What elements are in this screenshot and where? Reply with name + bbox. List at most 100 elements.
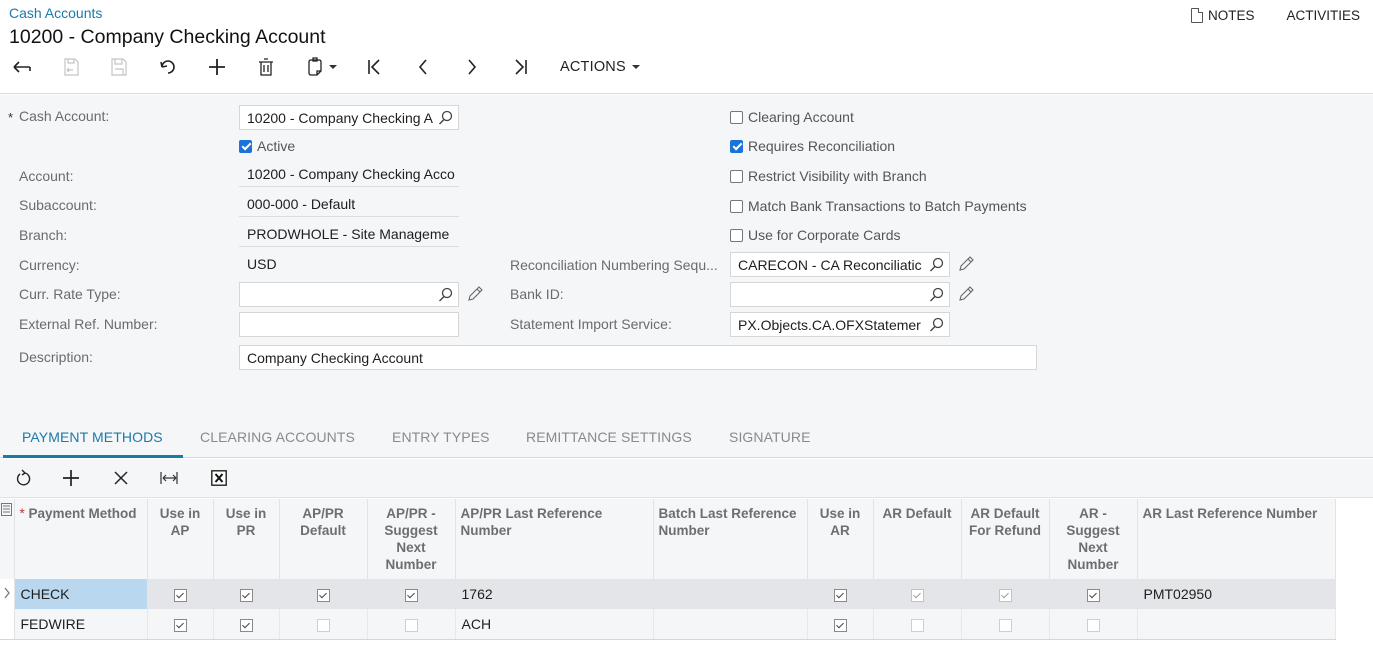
cell-use-in-ap[interactable] bbox=[147, 579, 214, 609]
cell-appr-default[interactable] bbox=[279, 609, 368, 640]
search-icon[interactable] bbox=[438, 110, 453, 125]
recon-numbering-field[interactable]: CARECON - CA Reconciliatic bbox=[730, 252, 950, 277]
curr-rate-type-field[interactable] bbox=[239, 282, 459, 307]
statement-import-field[interactable]: PX.Objects.CA.OFXStatemer bbox=[730, 312, 950, 337]
clearing-account-box[interactable] bbox=[730, 110, 743, 124]
clipboard-button[interactable] bbox=[302, 53, 342, 81]
cell-appr-suggest-next[interactable] bbox=[367, 609, 456, 640]
edit-recon-numbering-pencil-icon[interactable] bbox=[958, 256, 974, 272]
cell-ar-default-refund[interactable] bbox=[961, 609, 1050, 640]
save-and-close-button[interactable] bbox=[59, 53, 83, 81]
cell-appr-last-ref[interactable]: ACH bbox=[455, 609, 654, 640]
corporate-cards-checkbox[interactable]: Use for Corporate Cards bbox=[730, 227, 901, 243]
active-checkbox-box[interactable] bbox=[239, 139, 252, 153]
cell-appr-last-ref[interactable]: 1762 bbox=[455, 579, 654, 609]
cell-batch-last-ref[interactable] bbox=[653, 609, 808, 640]
column-chooser-cell[interactable] bbox=[0, 499, 15, 579]
cell-batch-last-ref[interactable] bbox=[653, 579, 808, 609]
tab-entry-types[interactable]: ENTRY TYPES bbox=[392, 429, 490, 445]
match-bank-transactions-box[interactable] bbox=[730, 199, 743, 213]
external-ref-field[interactable] bbox=[239, 312, 459, 337]
notes-button[interactable]: NOTES bbox=[1190, 8, 1254, 23]
search-icon[interactable] bbox=[929, 317, 944, 332]
cash-account-field[interactable]: 10200 - Company Checking A bbox=[239, 105, 459, 130]
requires-reconciliation-box[interactable] bbox=[730, 139, 743, 153]
cell-payment-method[interactable]: FEDWIRE bbox=[14, 609, 148, 640]
cell-ar-default[interactable] bbox=[873, 609, 962, 640]
activities-button[interactable]: ACTIVITIES bbox=[1286, 8, 1360, 23]
tab-payment-methods[interactable]: PAYMENT METHODS bbox=[22, 429, 163, 445]
requires-reconciliation-checkbox[interactable]: Requires Reconciliation bbox=[730, 138, 895, 154]
column-header-appr-last-ref[interactable]: AP/PR Last Reference Number bbox=[455, 499, 654, 579]
checkbox-checked[interactable] bbox=[239, 618, 253, 632]
checkbox-checked[interactable] bbox=[833, 588, 847, 602]
match-bank-transactions-checkbox[interactable]: Match Bank Transactions to Batch Payment… bbox=[730, 198, 1027, 214]
next-record-button[interactable] bbox=[460, 53, 484, 81]
column-header-payment-method[interactable]: * Payment Method bbox=[14, 499, 148, 579]
bank-id-field[interactable] bbox=[730, 282, 950, 307]
checkbox-unchecked[interactable] bbox=[404, 618, 418, 632]
cell-ar-default-refund[interactable] bbox=[961, 579, 1050, 609]
checkbox-checked[interactable] bbox=[833, 618, 847, 632]
checkbox-checked[interactable] bbox=[239, 588, 253, 602]
column-header-ar-suggest-next[interactable]: AR - Suggest Next Number bbox=[1049, 499, 1138, 579]
checkbox-checked[interactable] bbox=[404, 588, 418, 602]
checkbox-checked[interactable] bbox=[316, 588, 330, 602]
tab-clearing-accounts[interactable]: CLEARING ACCOUNTS bbox=[200, 429, 355, 445]
search-icon[interactable] bbox=[929, 287, 944, 302]
cell-use-in-ar[interactable] bbox=[807, 579, 874, 609]
last-record-button[interactable] bbox=[509, 53, 533, 81]
search-icon[interactable] bbox=[438, 287, 453, 302]
cell-appr-suggest-next[interactable] bbox=[367, 579, 456, 609]
table-row[interactable]: CHECK 1762 PMT02950 bbox=[0, 579, 1336, 609]
row-indicator[interactable] bbox=[0, 609, 15, 640]
checkbox-checked[interactable] bbox=[173, 618, 187, 632]
column-header-appr-default[interactable]: AP/PR Default bbox=[279, 499, 368, 579]
checkbox-unchecked[interactable] bbox=[316, 618, 330, 632]
delete-row-button[interactable] bbox=[110, 467, 132, 489]
add-button[interactable] bbox=[205, 53, 229, 81]
cell-use-in-pr[interactable] bbox=[213, 609, 280, 640]
cell-use-in-ar[interactable] bbox=[807, 609, 874, 640]
clearing-account-checkbox[interactable]: Clearing Account bbox=[730, 109, 854, 125]
restrict-visibility-box[interactable] bbox=[730, 169, 743, 183]
cell-appr-default[interactable] bbox=[279, 579, 368, 609]
restrict-visibility-checkbox[interactable]: Restrict Visibility with Branch bbox=[730, 168, 927, 184]
export-excel-button[interactable] bbox=[208, 467, 230, 489]
first-record-button[interactable] bbox=[362, 53, 386, 81]
cell-ar-default[interactable] bbox=[873, 579, 962, 609]
checkbox-unchecked[interactable] bbox=[1086, 618, 1100, 632]
delete-button[interactable] bbox=[254, 53, 278, 81]
save-button[interactable] bbox=[107, 53, 131, 81]
fit-columns-button[interactable] bbox=[158, 467, 180, 489]
column-header-ar-default[interactable]: AR Default bbox=[873, 499, 962, 579]
column-header-batch-last-ref[interactable]: Batch Last Reference Number bbox=[653, 499, 808, 579]
column-header-use-in-ar[interactable]: Use in AR bbox=[807, 499, 874, 579]
cell-payment-method[interactable]: CHECK bbox=[14, 579, 148, 609]
breadcrumb-cash-accounts[interactable]: Cash Accounts bbox=[9, 5, 102, 21]
checkbox-checked[interactable] bbox=[173, 588, 187, 602]
column-header-appr-suggest-next[interactable]: AP/PR - Suggest Next Number bbox=[367, 499, 456, 579]
column-header-use-in-ap[interactable]: Use in AP bbox=[147, 499, 214, 579]
previous-record-button[interactable] bbox=[411, 53, 435, 81]
description-field[interactable]: Company Checking Account bbox=[239, 345, 1037, 370]
column-header-ar-last-ref[interactable]: AR Last Reference Number bbox=[1137, 499, 1336, 579]
edit-curr-rate-type-pencil-icon[interactable] bbox=[467, 286, 483, 302]
row-indicator[interactable] bbox=[0, 579, 15, 609]
table-row[interactable]: FEDWIRE ACH bbox=[0, 609, 1336, 640]
checkbox-checked[interactable] bbox=[1086, 588, 1100, 602]
cell-ar-last-ref[interactable] bbox=[1137, 609, 1336, 640]
add-row-button[interactable] bbox=[60, 467, 82, 489]
actions-menu-button[interactable]: ACTIONS bbox=[560, 53, 650, 81]
cell-ar-last-ref[interactable]: PMT02950 bbox=[1137, 579, 1336, 609]
cell-use-in-ap[interactable] bbox=[147, 609, 214, 640]
tab-remittance-settings[interactable]: REMITTANCE SETTINGS bbox=[526, 429, 692, 445]
cell-ar-suggest-next[interactable] bbox=[1049, 579, 1138, 609]
cell-use-in-pr[interactable] bbox=[213, 579, 280, 609]
search-icon[interactable] bbox=[929, 257, 944, 272]
column-header-use-in-pr[interactable]: Use in PR bbox=[213, 499, 280, 579]
active-checkbox[interactable]: Active bbox=[239, 138, 295, 154]
back-button[interactable] bbox=[10, 53, 34, 81]
undo-button[interactable] bbox=[156, 53, 180, 81]
column-header-ar-default-refund[interactable]: AR Default For Refund bbox=[961, 499, 1050, 579]
